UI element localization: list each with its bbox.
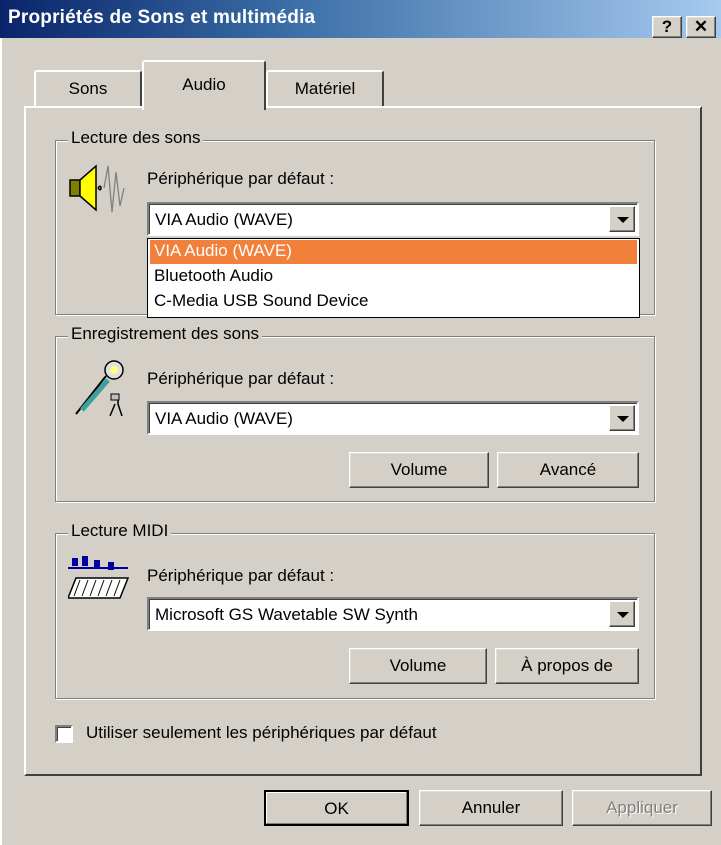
speaker-icon [68,160,128,220]
midi-device-combo[interactable]: Microsoft GS Wavetable SW Synth [147,597,639,631]
window-title: Propriétés de Sons et multimédia [8,7,316,28]
cancel-button[interactable]: Annuler [419,790,563,826]
dropdown-option[interactable]: Bluetooth Audio [150,265,637,289]
playback-device-value: VIA Audio (WAVE) [155,210,293,229]
recording-advanced-button[interactable]: Avancé [497,452,639,488]
playback-legend: Lecture des sons [68,128,204,148]
ok-button[interactable]: OK [264,790,409,826]
help-button[interactable]: ? [652,16,682,38]
tab-materiel[interactable]: Matériel [266,70,384,108]
midi-about-button[interactable]: À propos de [495,648,639,684]
playback-device-label: Périphérique par défaut : [147,169,335,188]
recording-device-value: VIA Audio (WAVE) [155,409,293,428]
chevron-down-icon[interactable] [609,206,635,232]
midi-device-value: Microsoft GS Wavetable SW Synth [155,605,418,624]
midi-keyboard-icon [66,556,132,606]
tab-audio[interactable]: Audio [142,60,266,110]
midi-device-label: Périphérique par défaut : [147,566,335,585]
playback-device-dropdown[interactable]: VIA Audio (WAVE) Bluetooth Audio C-Media… [147,238,640,318]
default-only-label[interactable]: Utiliser seulement les périphériques par… [86,723,437,743]
recording-volume-button[interactable]: Volume [349,452,489,488]
window-edge [0,38,2,845]
dropdown-option[interactable]: C-Media USB Sound Device [150,290,637,314]
dropdown-option[interactable]: VIA Audio (WAVE) [150,240,637,264]
chevron-down-icon[interactable] [609,601,635,627]
tab-sons[interactable]: Sons [34,70,142,108]
recording-legend: Enregistrement des sons [68,324,263,344]
microphone-icon [68,358,128,422]
recording-device-label: Périphérique par défaut : [147,369,335,388]
playback-device-combo[interactable]: VIA Audio (WAVE) [147,202,639,236]
close-button[interactable]: ✕ [686,16,716,38]
chevron-down-icon[interactable] [609,405,635,431]
recording-device-combo[interactable]: VIA Audio (WAVE) [147,401,639,435]
midi-legend: Lecture MIDI [68,521,172,541]
apply-button[interactable]: Appliquer [572,790,712,826]
midi-volume-button[interactable]: Volume [349,648,487,684]
default-only-checkbox[interactable] [55,725,73,743]
